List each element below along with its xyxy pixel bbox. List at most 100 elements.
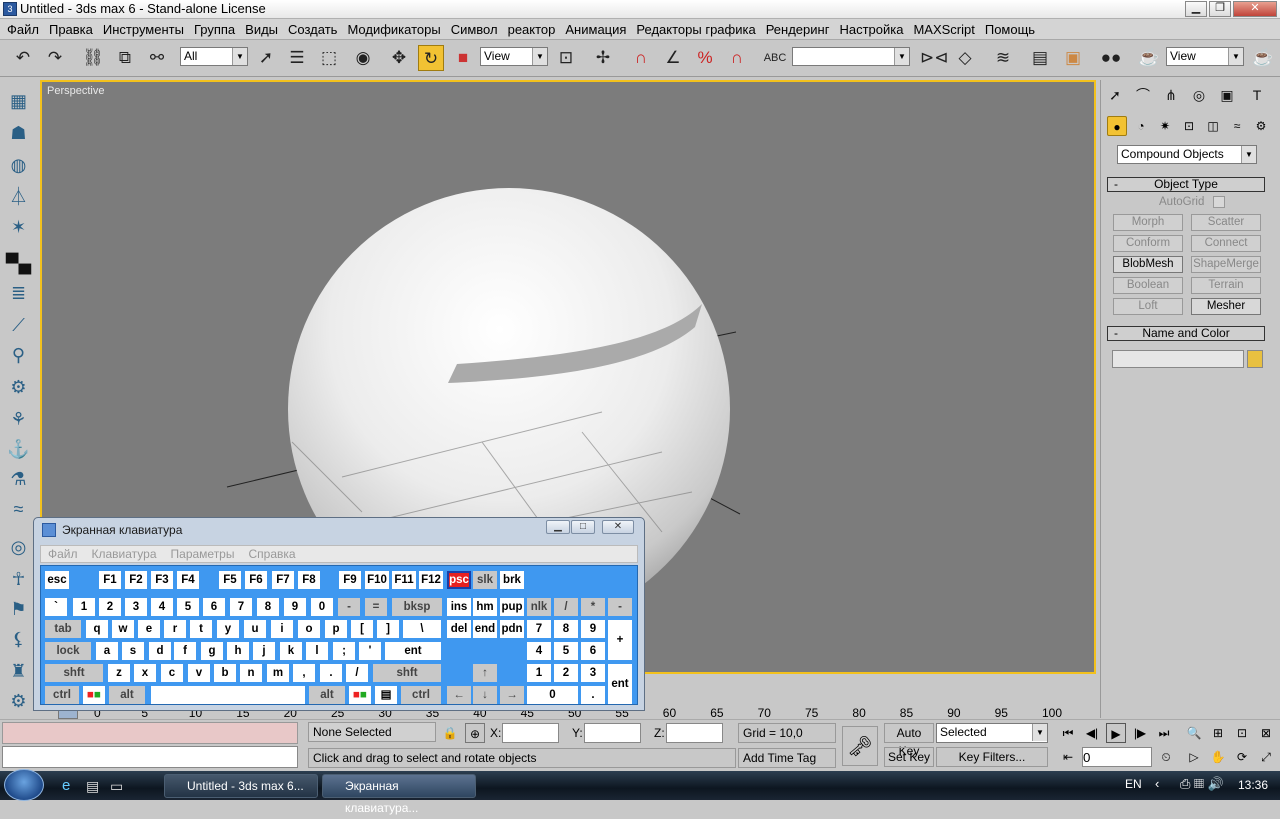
osk-menu-keyboard[interactable]: Клавиатура <box>85 547 164 561</box>
key-brk[interactable]: brk <box>500 571 524 589</box>
key-lbracket[interactable]: [ <box>351 620 373 638</box>
go-to-end-icon[interactable]: ⏭ <box>1154 723 1174 743</box>
key-num2[interactable]: 2 <box>554 664 578 682</box>
key-2[interactable]: 2 <box>99 598 121 616</box>
key-num5[interactable]: 5 <box>554 642 578 660</box>
key-f1[interactable]: F1 <box>99 571 121 589</box>
key-lwin-windows-icon[interactable]: ■■ <box>83 686 105 704</box>
pivot-center-icon[interactable]: ⊡ <box>553 45 579 71</box>
menu-group[interactable]: Группа <box>189 22 240 37</box>
selection-filter-dropdown[interactable]: All ▼ <box>180 47 248 66</box>
key-b[interactable]: b <box>214 664 236 682</box>
key-3[interactable]: 3 <box>125 598 147 616</box>
menu-create[interactable]: Создать <box>283 22 342 37</box>
key-p[interactable]: p <box>325 620 347 638</box>
key-7[interactable]: 7 <box>230 598 252 616</box>
object-name-input[interactable] <box>1112 350 1244 368</box>
zoom-extents-all-icon[interactable]: ⊠ <box>1256 723 1276 743</box>
key-psc[interactable]: psc <box>447 571 471 589</box>
key-numlock[interactable]: nlk <box>527 598 551 616</box>
key-num1[interactable]: 1 <box>527 664 551 682</box>
blobmesh-button[interactable]: BlobMesh <box>1113 256 1183 273</box>
render-type-dropdown[interactable]: View ▼ <box>1166 47 1244 66</box>
osk-menu-file[interactable]: Файл <box>41 547 85 561</box>
key-g[interactable]: g <box>201 642 223 660</box>
key-esc[interactable]: esc <box>45 571 69 589</box>
key-rctrl[interactable]: ctrl <box>401 686 441 704</box>
key-num-multiply[interactable]: * <box>581 598 605 616</box>
reactor-hinge-icon[interactable]: ⚓ <box>5 436 32 462</box>
key-equals[interactable]: = <box>365 598 387 616</box>
key-6[interactable]: 6 <box>203 598 225 616</box>
menu-help[interactable]: Помощь <box>980 22 1040 37</box>
object-type-rollout[interactable]: - Object Type <box>1107 177 1265 192</box>
key-ins[interactable]: ins <box>447 598 471 616</box>
key-backslash[interactable]: \ <box>403 620 441 638</box>
key-5[interactable]: 5 <box>177 598 199 616</box>
display-tab-icon[interactable]: ▣ <box>1215 84 1239 106</box>
reactor-motor-icon[interactable]: ⟋ <box>5 312 32 338</box>
hierarchy-tab-icon[interactable]: ⋔ <box>1159 84 1183 106</box>
reactor-cloth-icon[interactable]: ☗ <box>5 120 32 146</box>
key-num-divide[interactable]: / <box>554 598 578 616</box>
key-menu-icon[interactable]: ▤ <box>375 686 397 704</box>
prev-frame-icon[interactable]: ◀| <box>1082 723 1102 743</box>
edit-named-sel-icon[interactable]: ABC <box>762 45 788 71</box>
layer-manager-icon[interactable]: ≋ <box>990 45 1016 71</box>
key-f5[interactable]: F5 <box>219 571 241 589</box>
connect-button[interactable]: Connect <box>1191 235 1261 252</box>
key-lctrl[interactable]: ctrl <box>45 686 79 704</box>
key-minus[interactable]: - <box>338 598 360 616</box>
angle-snap-icon[interactable]: ∠ <box>660 45 686 71</box>
menu-tools[interactable]: Инструменты <box>98 22 189 37</box>
next-frame-icon[interactable]: |▶ <box>1130 723 1150 743</box>
shapemerge-button[interactable]: ShapeMerge <box>1191 256 1261 273</box>
key-8[interactable]: 8 <box>257 598 279 616</box>
key-i[interactable]: i <box>271 620 293 638</box>
key-x[interactable]: x <box>134 664 156 682</box>
key-f11[interactable]: F11 <box>392 571 416 589</box>
key-f3[interactable]: F3 <box>151 571 173 589</box>
app-icon[interactable]: 3 <box>3 2 17 16</box>
set-key-icon[interactable]: 🗝 <box>842 726 878 766</box>
conform-button[interactable]: Conform <box>1113 235 1183 252</box>
key-mode-dropdown[interactable]: Selected ▼ <box>936 723 1048 743</box>
reactor-settings-icon[interactable]: ⚙ <box>5 688 32 714</box>
key-e[interactable]: e <box>138 620 160 638</box>
key-1[interactable]: 1 <box>73 598 95 616</box>
key-t[interactable]: t <box>190 620 212 638</box>
language-indicator[interactable]: EN <box>1125 777 1142 791</box>
menu-rendering[interactable]: Рендеринг <box>761 22 835 37</box>
maximize-viewport-icon[interactable]: ⤢ <box>1256 747 1276 767</box>
shapes-icon[interactable]: ◔ <box>1131 116 1151 136</box>
key-num7[interactable]: 7 <box>527 620 551 638</box>
key-end[interactable]: end <box>473 620 497 638</box>
key-f7[interactable]: F7 <box>272 571 294 589</box>
start-button[interactable] <box>4 769 44 801</box>
x-coord-field[interactable] <box>502 723 559 743</box>
key-num8[interactable]: 8 <box>554 620 578 638</box>
key-rbracket[interactable]: ] <box>377 620 399 638</box>
menu-reactor[interactable]: реактор <box>503 22 561 37</box>
osk-close-button[interactable]: ✕ <box>602 520 634 534</box>
object-color-swatch[interactable] <box>1247 350 1263 368</box>
key-r[interactable]: r <box>164 620 186 638</box>
key-space[interactable] <box>151 686 305 704</box>
key-f9[interactable]: F9 <box>339 571 361 589</box>
osk-menu-help[interactable]: Справка <box>241 547 302 561</box>
key-f12[interactable]: F12 <box>419 571 443 589</box>
category-dropdown[interactable]: Compound Objects ▼ <box>1117 145 1257 164</box>
reactor-rigid-icon[interactable]: ▦ <box>5 88 32 114</box>
key-slash[interactable]: / <box>346 664 368 682</box>
key-n[interactable]: n <box>240 664 262 682</box>
set-key-button[interactable]: Set Key <box>884 747 934 767</box>
reactor-toy-car-icon[interactable]: ▀▄ <box>5 250 32 276</box>
key-num0[interactable]: 0 <box>527 686 578 704</box>
key-v[interactable]: v <box>188 664 210 682</box>
key-mode-toggle-icon[interactable]: ⇤ <box>1058 747 1078 767</box>
ie-icon[interactable]: e <box>62 777 80 795</box>
auto-key-button[interactable]: Auto Key <box>884 723 934 758</box>
key-f2[interactable]: F2 <box>125 571 147 589</box>
percent-snap-icon[interactable]: % <box>692 45 718 71</box>
unlink-icon[interactable]: ⧉ <box>112 45 138 71</box>
